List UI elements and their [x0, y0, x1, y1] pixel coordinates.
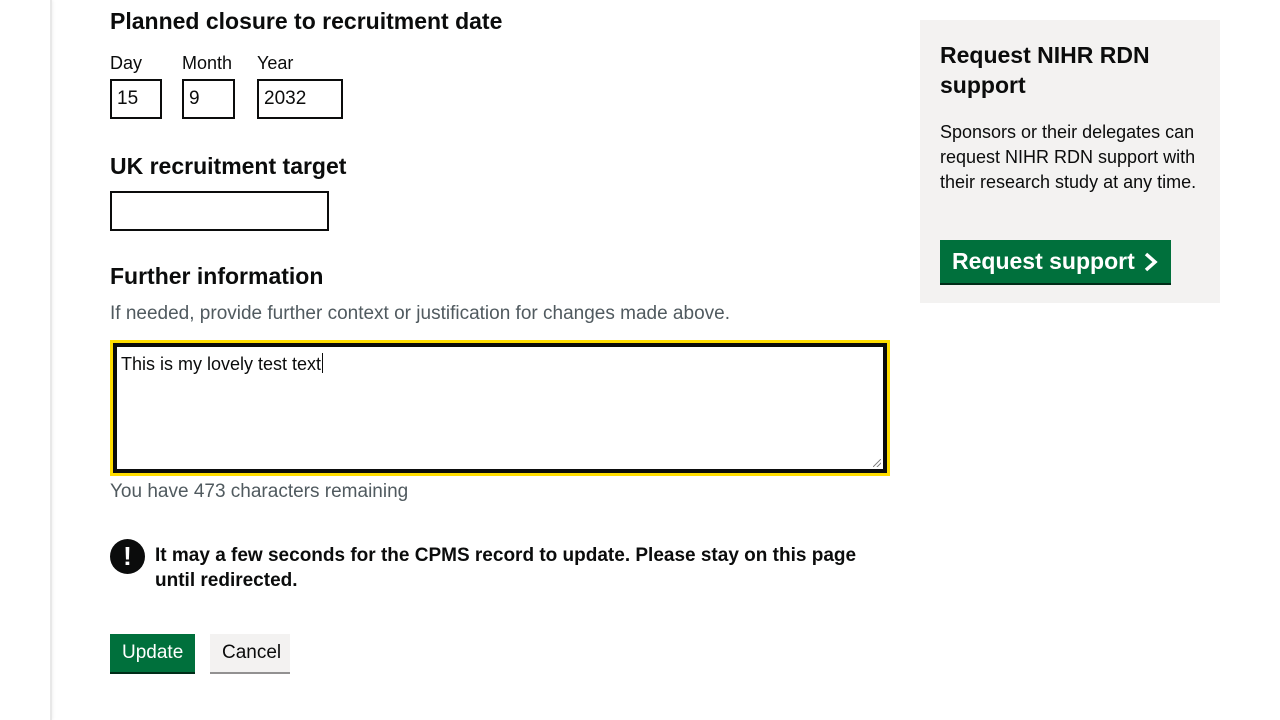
- further-information-textarea[interactable]: This is my lovely test text: [113, 343, 887, 473]
- support-panel-title: Request NIHR RDN support: [940, 42, 1150, 98]
- day-input[interactable]: 15: [110, 79, 162, 119]
- further-information-heading: Further information: [110, 263, 324, 289]
- year-input[interactable]: 2032: [257, 79, 343, 119]
- day-field-group: Day 15: [110, 51, 162, 119]
- resize-handle[interactable]: [873, 459, 881, 467]
- closure-date-heading: Planned closure to recruitment date: [110, 8, 503, 34]
- text-caret: [322, 353, 324, 373]
- month-label: Month: [182, 53, 233, 73]
- support-panel: Request NIHR RDN support Sponsors or the…: [920, 20, 1220, 303]
- further-information-focus-ring: This is my lovely test text: [110, 340, 890, 476]
- cancel-button[interactable]: Cancel: [210, 634, 290, 674]
- day-label: Day: [110, 53, 143, 73]
- support-panel-body: Sponsors or their delegates can request …: [940, 122, 1197, 192]
- page-left-edge: [0, 0, 52, 720]
- month-field-group: Month 9: [182, 51, 235, 119]
- recruitment-target-input[interactable]: [110, 191, 329, 231]
- chevron-right-icon: [1144, 252, 1158, 271]
- further-information-hint: If needed, provide further context or ju…: [110, 303, 730, 324]
- textarea-value: This is my lovely test text: [121, 354, 322, 374]
- year-field-group: Year 2032: [257, 51, 343, 119]
- year-label: Year: [257, 53, 294, 73]
- character-count: You have 473 characters remaining: [110, 481, 409, 502]
- warning-text: It may a few seconds for the CPMS record…: [155, 545, 857, 591]
- recruitment-target-heading: UK recruitment target: [110, 153, 347, 179]
- exclamation-icon: !: [110, 539, 145, 574]
- update-button[interactable]: Update: [110, 634, 195, 674]
- month-input[interactable]: 9: [182, 79, 235, 119]
- request-support-button[interactable]: Request support: [940, 240, 1171, 285]
- request-support-label: Request support: [952, 248, 1135, 274]
